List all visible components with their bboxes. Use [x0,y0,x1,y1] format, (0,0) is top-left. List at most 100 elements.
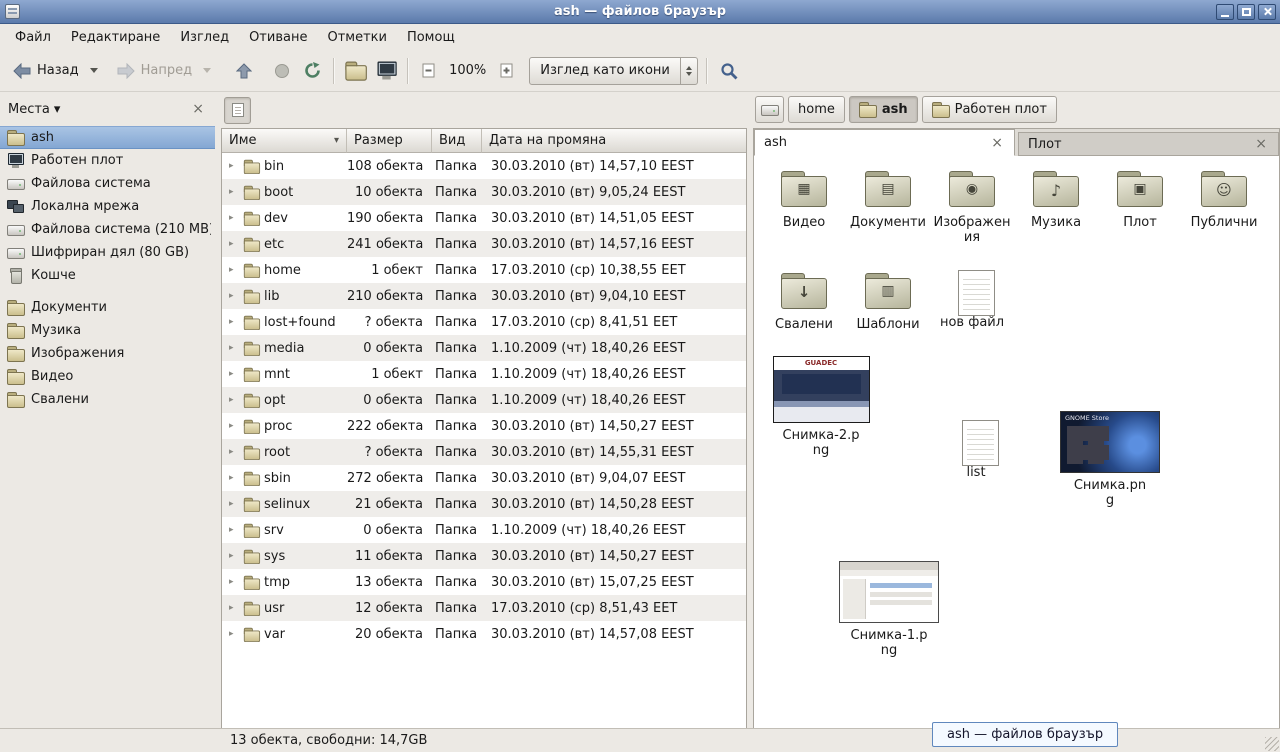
file-icon-item[interactable]: Плот [1098,168,1182,230]
menu-item[interactable]: Файл [6,27,60,48]
expander-icon[interactable]: ▸ [229,161,239,171]
expander-icon[interactable]: ▸ [229,343,239,353]
file-icon-item[interactable]: GUADEC Снимка-2.png [766,356,876,459]
file-row[interactable]: ▸ media 0 обекта Папка 1.10.2009 (чт) 18… [222,335,746,361]
file-icon-item[interactable]: Шаблони [846,270,930,332]
file-row[interactable]: ▸ selinux 21 обекта Папка 30.03.2010 (вт… [222,491,746,517]
expander-icon[interactable]: ▸ [229,577,239,587]
sidebar-close-button[interactable]: × [189,101,207,117]
file-icon-item[interactable]: Публични [1182,168,1266,230]
sidebar-item[interactable]: Файлова система (210 MB) [0,218,215,241]
sidebar-item[interactable]: Видео [0,365,215,388]
file-row[interactable]: ▸ var 20 обекта Папка 30.03.2010 (вт) 14… [222,621,746,647]
file-row[interactable]: ▸ sbin 272 обекта Папка 30.03.2010 (вт) … [222,465,746,491]
file-row[interactable]: ▸ lib 210 обекта Папка 30.03.2010 (вт) 9… [222,283,746,309]
stop-button[interactable] [267,55,297,87]
file-row[interactable]: ▸ usr 12 обекта Папка 17.03.2010 (ср) 8,… [222,595,746,621]
expander-icon[interactable]: ▸ [229,395,239,405]
menu-item[interactable]: Отиване [240,27,316,48]
expander-icon[interactable]: ▸ [229,291,239,301]
search-button[interactable] [713,55,745,87]
up-button[interactable] [229,55,259,87]
expander-icon[interactable]: ▸ [229,421,239,431]
tab-close-button[interactable]: × [1253,136,1269,152]
file-row[interactable]: ▸ home 1 обект Папка 17.03.2010 (ср) 10,… [222,257,746,283]
file-row[interactable]: ▸ lost+found ? обекта Папка 17.03.2010 (… [222,309,746,335]
minimize-button[interactable] [1216,4,1234,20]
expander-icon[interactable]: ▸ [229,187,239,197]
spinner-arrows-icon[interactable] [680,58,697,84]
file-icon-item[interactable]: Документи [846,168,930,230]
menu-item[interactable]: Помощ [398,27,464,48]
sidebar-item[interactable]: Музика [0,319,215,342]
expander-icon[interactable]: ▸ [229,603,239,613]
file-row[interactable]: ▸ etc 241 обекта Папка 30.03.2010 (вт) 1… [222,231,746,257]
expander-icon[interactable]: ▸ [229,473,239,483]
menu-item[interactable]: Редактиране [62,27,169,48]
resize-grip[interactable] [1265,737,1279,751]
file-row[interactable]: ▸ bin 108 обекта Папка 30.03.2010 (вт) 1… [222,153,746,179]
file-row[interactable]: ▸ root ? обекта Папка 30.03.2010 (вт) 14… [222,439,746,465]
forward-history-dropdown[interactable] [199,55,215,87]
file-icon-item[interactable]: Видео [762,168,846,230]
expander-icon[interactable]: ▸ [229,447,239,457]
computer-button[interactable] [371,55,402,87]
menu-item[interactable]: Отметки [318,27,395,48]
chevron-down-icon[interactable]: ▾ [54,102,61,117]
expander-icon[interactable]: ▸ [229,551,239,561]
column-header-date[interactable]: Дата на промяна [482,129,746,153]
column-header-type[interactable]: Вид [432,129,482,153]
forward-button[interactable]: Напред [110,55,199,87]
back-button[interactable]: Назад [6,55,86,87]
file-icon-item[interactable]: Свалени [762,270,846,332]
path-button[interactable]: ash [849,96,918,123]
expander-icon[interactable]: ▸ [229,213,239,223]
zoom-in-button[interactable] [492,55,521,87]
close-button[interactable] [1258,4,1276,20]
home-button[interactable] [340,55,371,87]
file-row[interactable]: ▸ tmp 13 обекта Папка 30.03.2010 (вт) 15… [222,569,746,595]
location-toggle-button[interactable] [224,97,251,124]
column-header-size[interactable]: Размер [347,129,432,153]
path-button[interactable]: home [788,96,845,123]
sidebar-item[interactable]: ash [0,126,215,149]
file-row[interactable]: ▸ dev 190 обекта Папка 30.03.2010 (вт) 1… [222,205,746,231]
sidebar-item[interactable]: Изображения [0,342,215,365]
file-row[interactable]: ▸ srv 0 обекта Папка 1.10.2009 (чт) 18,4… [222,517,746,543]
expander-icon[interactable]: ▸ [229,629,239,639]
expander-icon[interactable]: ▸ [229,369,239,379]
expander-icon[interactable]: ▸ [229,317,239,327]
file-row[interactable]: ▸ mnt 1 обект Папка 1.10.2009 (чт) 18,40… [222,361,746,387]
sidebar-item[interactable]: Свалени [0,388,215,411]
tab-close-button[interactable]: × [989,135,1005,151]
expander-icon[interactable]: ▸ [229,525,239,535]
sidebar-item[interactable]: Шифриран дял (80 GB) [0,241,215,264]
menu-item[interactable]: Изглед [171,27,238,48]
file-icon-item[interactable]: Музика [1014,168,1098,230]
expander-icon[interactable]: ▸ [229,499,239,509]
zoom-out-button[interactable] [414,55,443,87]
file-icon-item[interactable]: нов файл [930,270,1014,330]
file-row[interactable]: ▸ opt 0 обекта Папка 1.10.2009 (чт) 18,4… [222,387,746,413]
file-icon-item[interactable]: GNOME Store Снимка.png [1054,411,1166,509]
reload-button[interactable] [297,55,328,87]
path-button[interactable]: Работен плот [922,96,1057,123]
file-icon-item[interactable]: Снимка-1.png [834,561,944,659]
file-row[interactable]: ▸ sys 11 обекта Папка 30.03.2010 (вт) 14… [222,543,746,569]
pathbar-root-button[interactable] [755,96,784,123]
expander-icon[interactable]: ▸ [229,265,239,275]
file-row[interactable]: ▸ proc 222 обекта Папка 30.03.2010 (вт) … [222,413,746,439]
maximize-button[interactable] [1237,4,1255,20]
view-mode-select[interactable]: Изглед като икони [529,57,698,85]
tab[interactable]: ash × [754,129,1015,156]
file-icon-item[interactable]: list [934,420,1018,480]
back-history-dropdown[interactable] [86,55,102,87]
file-row[interactable]: ▸ boot 10 обекта Папка 30.03.2010 (вт) 9… [222,179,746,205]
expander-icon[interactable]: ▸ [229,239,239,249]
tab[interactable]: Плот × [1018,132,1279,156]
sidebar-item[interactable]: Документи [0,296,215,319]
titlebar[interactable]: ash — файлов браузър [0,0,1280,24]
column-header-name[interactable]: Име ▾ [222,129,347,153]
sidebar-item[interactable]: Файлова система [0,172,215,195]
sidebar-item[interactable]: Кошче [0,264,215,287]
